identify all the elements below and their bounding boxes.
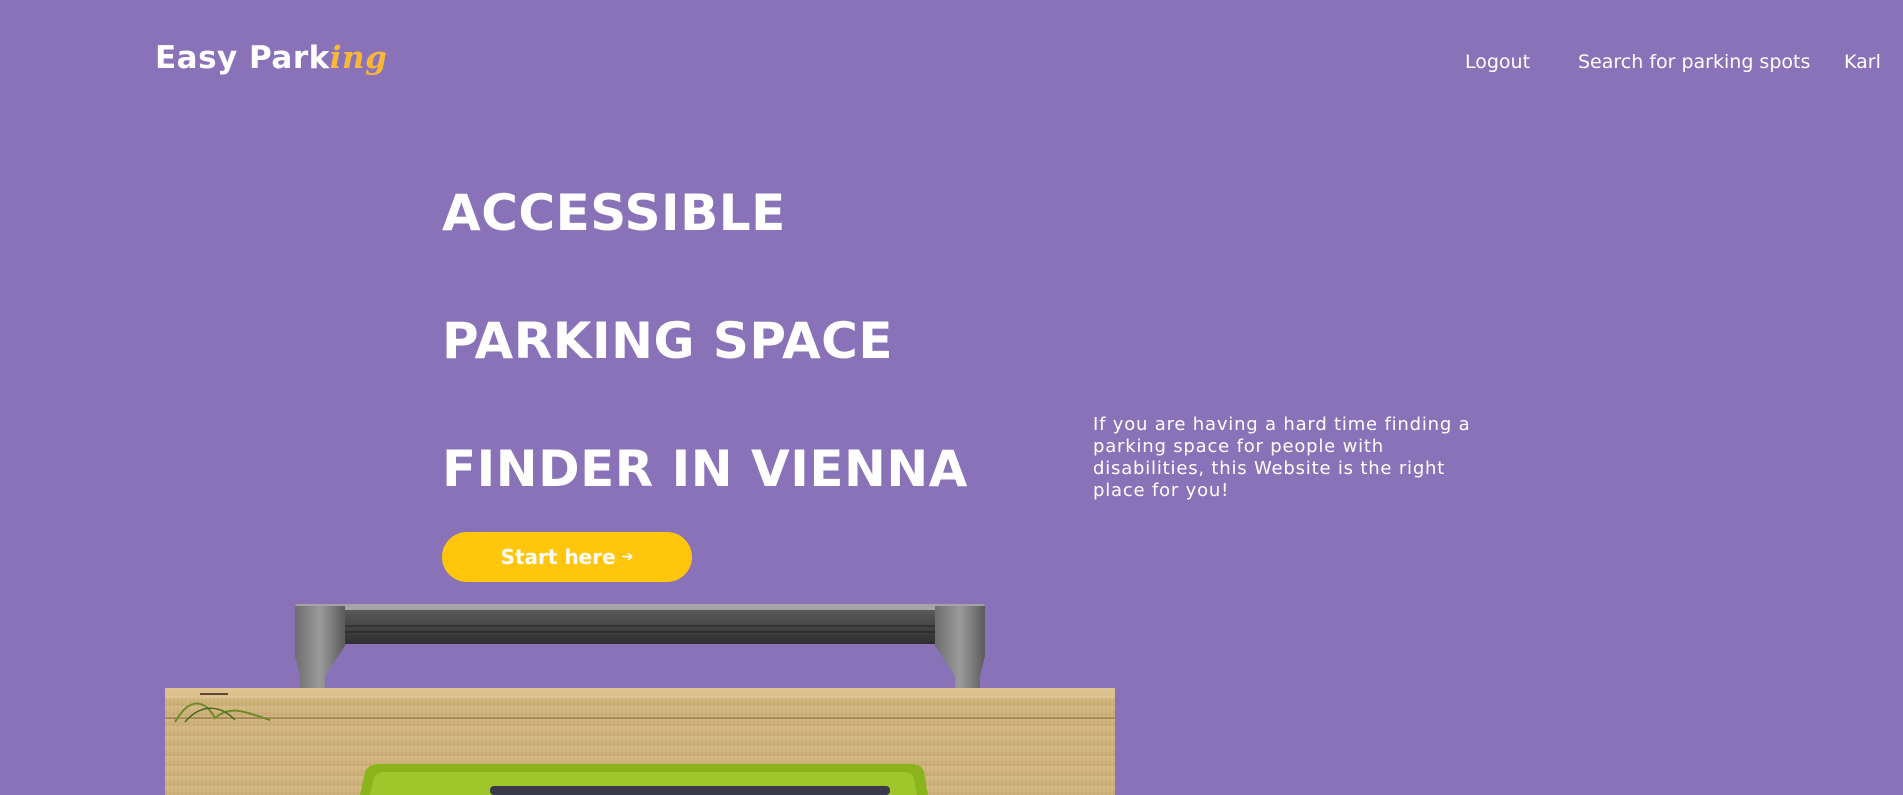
arrow-right-icon: ➔ — [621, 549, 634, 565]
top-navigation: Logout Search for parking spots Karl — [0, 51, 1903, 81]
logout-link[interactable]: Logout — [1465, 51, 1530, 73]
search-parking-link[interactable]: Search for parking spots — [1578, 51, 1810, 73]
hero-headline-line-1: ACCESSIBLE — [442, 184, 786, 242]
parking-box-illustration — [165, 604, 1115, 795]
start-here-label: Start here — [500, 545, 616, 569]
hero-description: If you are having a hard time finding a … — [1093, 414, 1471, 501]
hero-headline-line-2: PARKING SPACE — [442, 312, 894, 370]
user-profile-link[interactable]: Karl — [1844, 51, 1881, 73]
hero-headline-line-3: FINDER IN VIENNA — [442, 440, 968, 498]
landing-page: Easy Parking Logout Search for parking s… — [0, 0, 1903, 795]
start-here-button[interactable]: Start here ➔ — [442, 532, 692, 582]
